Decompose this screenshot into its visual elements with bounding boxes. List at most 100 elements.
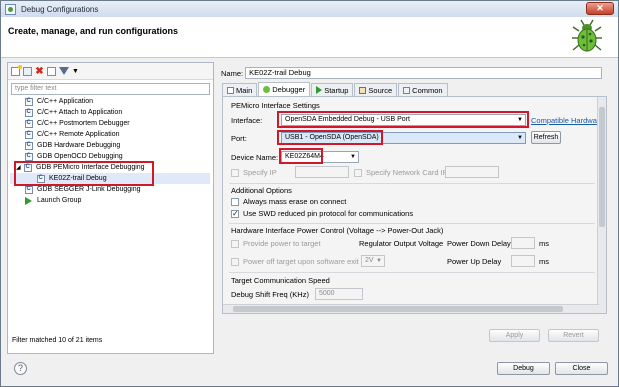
close-button[interactable]: Close <box>555 362 608 375</box>
specify-network-card-checkbox[interactable] <box>354 169 362 177</box>
apply-button[interactable]: Apply <box>489 329 540 342</box>
c-config-icon <box>25 108 33 117</box>
shift-freq-field[interactable]: 5000 <box>315 288 363 300</box>
horizontal-scrollbar[interactable] <box>223 304 599 313</box>
tab-source[interactable]: Source <box>354 83 398 96</box>
chevron-down-icon: ▼ <box>350 154 356 160</box>
launch-group-icon <box>25 196 32 205</box>
voltage-value: 2V <box>365 257 374 264</box>
main-tab-icon <box>227 86 234 94</box>
window-close-button[interactable]: ✕ <box>586 2 614 15</box>
tree-item-c-postmortem[interactable]: C/C++ Postmortem Debugger <box>10 118 210 129</box>
device-name-select[interactable]: KE02Z64M4 ▼ <box>281 151 359 163</box>
vertical-scrollbar[interactable] <box>597 97 606 313</box>
communication-speed-title: Target Communication Speed <box>231 276 330 285</box>
configuration-name-input[interactable]: KE02Z-trail Debug <box>245 67 603 79</box>
port-select[interactable]: USB1 - OpenSDA (OpenSDA) ▼ <box>281 132 526 144</box>
tree-item-gdb-hardware[interactable]: GDB Hardware Debugging <box>10 140 210 151</box>
power-up-delay-field[interactable] <box>511 255 535 267</box>
tree-item-label: GDB SEGGER J-Link Debugging <box>37 186 141 193</box>
power-down-ms-unit: ms <box>539 239 549 248</box>
c-config-icon <box>25 130 33 139</box>
tab-main[interactable]: Main <box>222 83 258 96</box>
filter-input[interactable]: type filter text <box>11 83 210 95</box>
c-config-icon <box>25 152 33 161</box>
voltage-select[interactable]: 2V ▼ <box>361 255 385 267</box>
mass-erase-checkbox[interactable] <box>231 198 239 206</box>
tree-item-gdb-segger[interactable]: GDB SEGGER J-Link Debugging <box>10 184 210 195</box>
tree-item-c-attach[interactable]: C/C++ Attach to Application <box>10 107 210 118</box>
tab-startup[interactable]: Startup <box>311 83 354 96</box>
chevron-down-icon: ▼ <box>517 135 523 141</box>
network-card-ip-field[interactable] <box>445 166 499 178</box>
specify-ip-field[interactable] <box>295 166 349 178</box>
tree-item-gdb-pemicro[interactable]: ◢ GDB PEMicro Interface Debugging <box>10 162 210 173</box>
tab-debugger-label: Debugger <box>272 85 306 94</box>
revert-button[interactable]: Revert <box>548 329 599 342</box>
debugger-tab-panel: PEMicro Interface Settings Interface: Op… <box>222 96 607 314</box>
duplicate-configuration-icon[interactable] <box>23 66 32 76</box>
refresh-button[interactable]: Refresh <box>531 131 561 144</box>
c-config-icon <box>25 97 33 106</box>
power-off-checkbox[interactable] <box>231 258 239 266</box>
debug-bug-icon <box>572 19 602 52</box>
c-config-icon <box>25 185 33 194</box>
configuration-tree: C/C++ Application C/C++ Attach to Applic… <box>10 96 210 206</box>
filter-status-text: Filter matched 10 of 21 items <box>12 337 103 344</box>
expanded-twisty-icon[interactable]: ◢ <box>16 164 23 171</box>
power-control-title: Hardware Interface Power Control (Voltag… <box>231 226 444 235</box>
c-config-icon <box>25 141 33 150</box>
provide-power-label: Provide power to target <box>243 239 321 248</box>
delete-configuration-icon[interactable]: ✖ <box>35 66 44 76</box>
tree-item-label: GDB Hardware Debugging <box>37 142 121 149</box>
tab-startup-label: Startup <box>324 85 349 95</box>
interface-select[interactable]: OpenSDA Embedded Debug - USB Port ▼ <box>281 114 526 126</box>
shift-freq-label: Debug Shift Freq (KHz) <box>231 290 309 299</box>
new-configuration-icon[interactable] <box>11 64 22 76</box>
c-config-icon <box>25 119 33 128</box>
chevron-down-icon: ▼ <box>517 117 523 123</box>
compatible-hardware-link[interactable]: Compatible Hardwa <box>531 116 597 125</box>
startup-tab-icon <box>316 86 323 94</box>
window-title: Debug Configurations <box>21 4 99 14</box>
tree-toolbar: ✖ ▼ <box>8 63 213 80</box>
horizontal-scroll-thumb[interactable] <box>233 306 563 312</box>
tab-common-label: Common <box>412 85 443 95</box>
debug-button[interactable]: Debug <box>497 362 550 375</box>
tab-common[interactable]: Common <box>398 83 448 96</box>
device-name-label: Device Name: <box>231 153 279 162</box>
specify-ip-checkbox[interactable] <box>231 169 239 177</box>
tab-main-label: Main <box>236 85 253 95</box>
filter-menu-chevron-icon[interactable]: ▼ <box>72 67 81 76</box>
tree-item-c-application[interactable]: C/C++ Application <box>10 96 210 107</box>
debug-configurations-dialog: Debug Configurations ✕ Create, manage, a… <box>0 0 619 387</box>
specify-ip-label: Specify IP <box>243 168 277 177</box>
help-icon[interactable]: ? <box>14 362 27 375</box>
regulator-voltage-label: Regulator Output Voltage <box>359 239 444 248</box>
tree-item-c-remote[interactable]: C/C++ Remote Application <box>10 129 210 140</box>
collapse-all-icon[interactable] <box>47 66 56 76</box>
power-down-delay-field[interactable] <box>511 237 535 249</box>
divider <box>229 183 595 184</box>
tree-item-label: C/C++ Attach to Application <box>37 109 123 116</box>
device-name-value: KE02Z64M4 <box>285 153 324 160</box>
c-config-icon <box>24 163 32 172</box>
configuration-tree-panel: ✖ ▼ type filter text C/C++ Application C… <box>7 62 214 354</box>
tree-item-label: C/C++ Application <box>37 98 94 105</box>
tree-item-ke02z-trail-debug[interactable]: KE02Z-trail Debug <box>10 173 210 184</box>
provide-power-checkbox[interactable] <box>231 240 239 248</box>
tree-item-label: KE02Z-trail Debug <box>49 175 107 182</box>
name-row: Name: KE02Z-trail Debug <box>221 67 603 79</box>
filter-icon[interactable] <box>59 67 69 75</box>
swd-checkbox[interactable] <box>231 209 239 218</box>
name-label: Name: <box>221 68 244 78</box>
tree-item-gdb-openocd[interactable]: GDB OpenOCD Debugging <box>10 151 210 162</box>
vertical-scroll-thumb[interactable] <box>599 107 605 227</box>
tree-item-launch-group[interactable]: Launch Group <box>10 195 210 206</box>
tree-item-label: C/C++ Remote Application <box>37 131 120 138</box>
tab-debugger[interactable]: Debugger <box>258 82 311 96</box>
c-config-icon <box>37 174 45 183</box>
tab-source-label: Source <box>368 85 393 95</box>
tree-item-label: GDB OpenOCD Debugging <box>37 153 123 160</box>
source-tab-icon <box>359 86 367 94</box>
